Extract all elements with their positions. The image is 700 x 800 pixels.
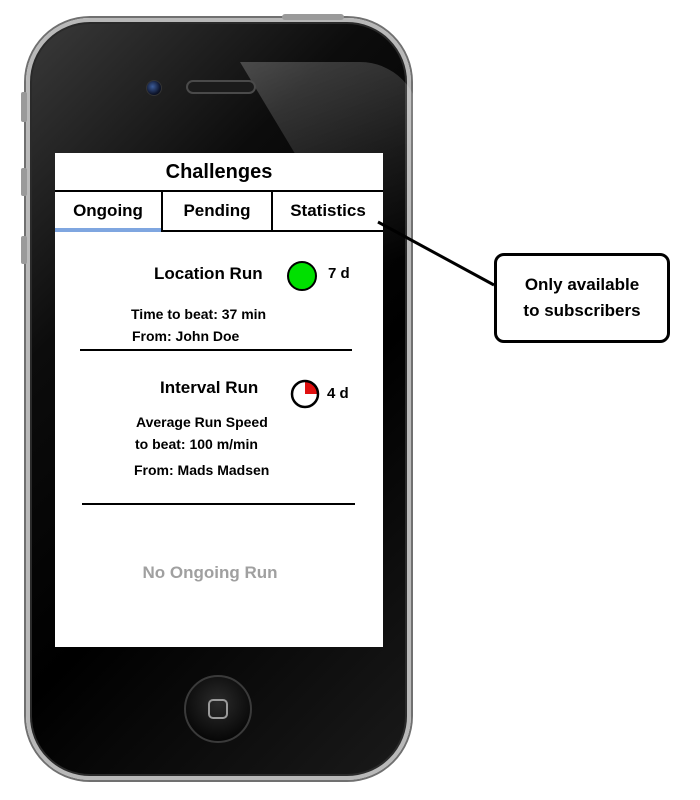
- earpiece-speaker: [186, 80, 256, 94]
- volume-up-button: [21, 168, 27, 196]
- days-remaining: 7 d: [328, 265, 350, 282]
- challenge-detail-line: Time to beat: 37 min: [131, 306, 267, 322]
- challenge-title[interactable]: Location Run: [154, 264, 263, 284]
- subscriber-callout: Only available to subscribers: [494, 253, 670, 343]
- tab-bar: Ongoing Pending Statistics: [55, 190, 383, 232]
- tab-statistics[interactable]: Statistics: [273, 192, 383, 230]
- page-title: Challenges: [165, 161, 273, 183]
- empty-state-message: No Ongoing Run: [142, 563, 278, 582]
- green-status-circle-icon: [287, 261, 317, 291]
- callout-text: Only available to subscribers: [523, 272, 640, 324]
- callout-line: to subscribers: [523, 301, 641, 320]
- front-camera: [146, 80, 162, 96]
- divider: [80, 349, 352, 351]
- home-square-icon: [208, 699, 228, 719]
- challenge-detail-line: Average Run Speed: [136, 414, 268, 430]
- divider: [82, 503, 355, 505]
- challenge-from-line: From: John Doe: [132, 328, 240, 344]
- challenge-from-line: From: Mads Madsen: [134, 462, 270, 478]
- challenge-detail-line: to beat: 100 m/min: [135, 436, 258, 452]
- callout-line: Only available: [524, 275, 640, 294]
- app-screen: Challenges Ongoing Pending Statistics Lo…: [55, 153, 383, 647]
- tab-ongoing[interactable]: Ongoing: [55, 192, 161, 230]
- mute-switch: [21, 92, 27, 122]
- active-tab-indicator: [55, 228, 161, 232]
- days-remaining: 4 d: [327, 385, 349, 402]
- volume-down-button: [21, 236, 27, 264]
- tab-pending[interactable]: Pending: [161, 192, 273, 230]
- challenge-title[interactable]: Interval Run: [160, 378, 258, 398]
- power-button: [282, 14, 344, 20]
- quarter-timer-circle-icon: [290, 379, 320, 409]
- home-button[interactable]: [184, 675, 252, 743]
